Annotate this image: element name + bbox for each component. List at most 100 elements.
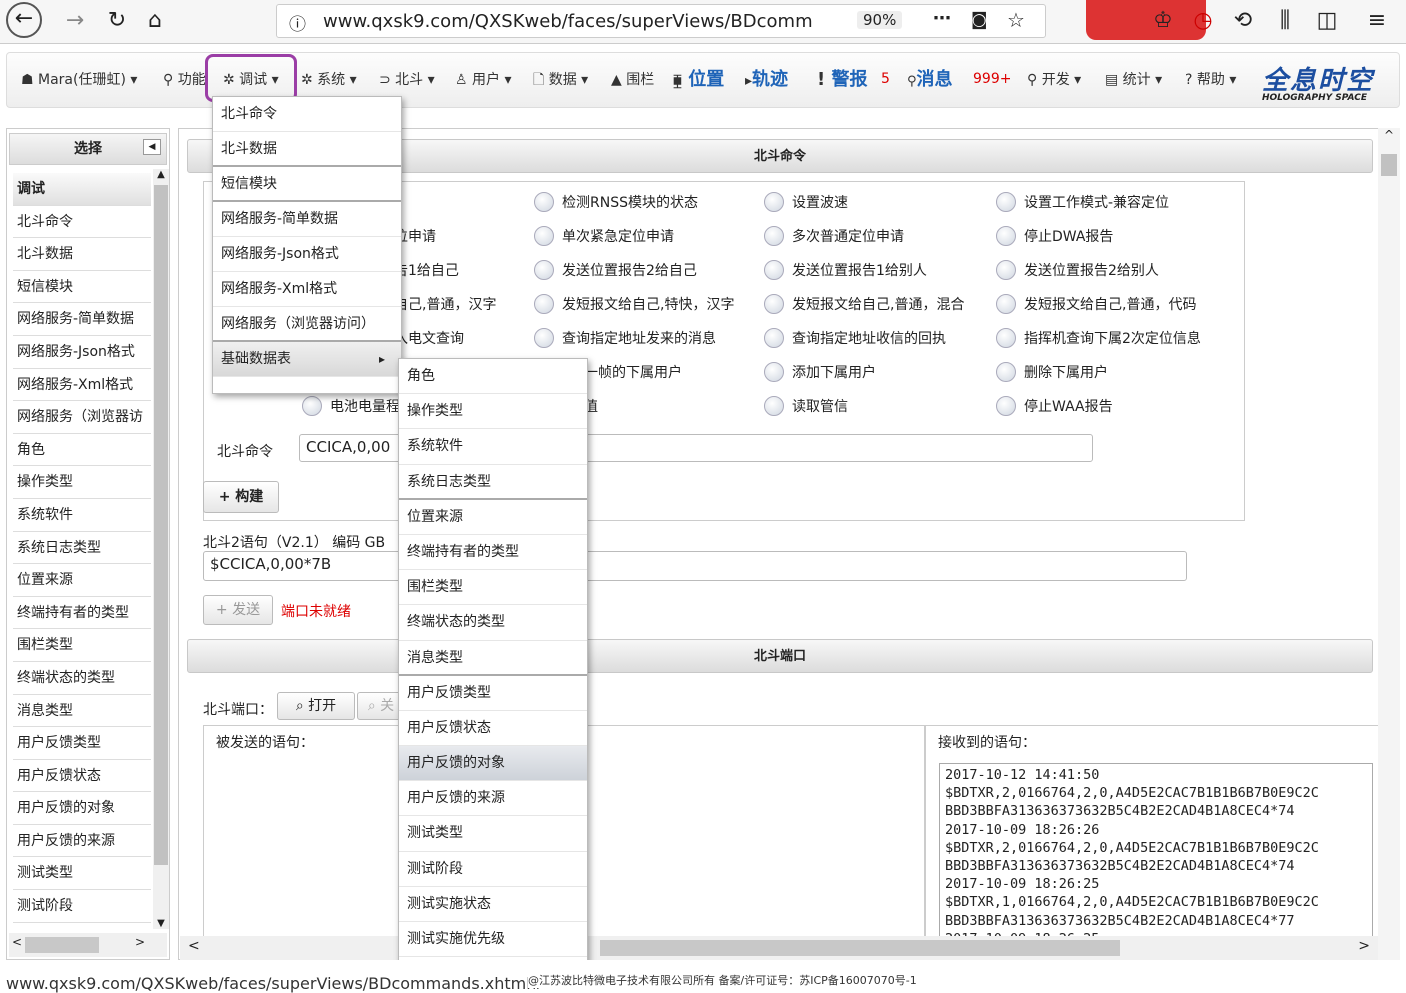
sidebar-item[interactable]: 终端持有者的类型 <box>13 597 151 630</box>
main-scroll-thumb[interactable] <box>1381 154 1397 176</box>
sidebar-item[interactable]: 北斗命令 <box>13 206 151 239</box>
debug-menu-item[interactable]: 网络服务-Xml格式 <box>213 272 401 307</box>
basic-data-menu-item[interactable]: 操作类型 <box>399 394 587 430</box>
sidebar-item[interactable]: 用户反馈的对象 <box>13 792 151 825</box>
sidebar-item[interactable]: 测试类型 <box>13 857 151 891</box>
menu-icon[interactable]: ≡ <box>1360 4 1394 38</box>
command-radio-option[interactable]: 停止DWA报告 <box>996 226 1113 246</box>
badge-icon[interactable]: ♔ <box>1146 4 1180 38</box>
fence-link[interactable]: ▲ 围栏 <box>611 69 654 89</box>
received-sentences-textarea[interactable]: 2017-10-12 14:41:50 $BDTXR,2,0166764,2,0… <box>939 763 1373 943</box>
command-radio-option[interactable]: 删除下属用户 <box>996 362 1108 382</box>
radio-button[interactable] <box>764 294 784 314</box>
sidebar-item[interactable]: 围栏类型 <box>13 629 151 662</box>
radio-button[interactable] <box>764 226 784 246</box>
command-radio-option[interactable]: 指挥机查询下属2次定位信息 <box>996 328 1201 348</box>
scroll-left-icon[interactable]: < <box>12 935 22 949</box>
radio-button[interactable] <box>764 362 784 382</box>
user-menu[interactable]: ☗ Mara(任珊虹) ▾ <box>21 69 137 89</box>
reload-icon[interactable]: ↻ <box>100 4 134 38</box>
radio-button[interactable] <box>534 294 554 314</box>
radio-button[interactable] <box>764 328 784 348</box>
sidebar-item[interactable]: 消息类型 <box>13 695 151 728</box>
sentence-input[interactable]: $CCICA,0,00*7B <box>203 551 1187 581</box>
sidebar-item[interactable]: 位置来源 <box>13 564 151 597</box>
command-radio-option[interactable]: 发短报文给自己,普通，混合 <box>764 294 964 314</box>
command-radio-option[interactable]: 发送位置报告2给别人 <box>996 260 1159 280</box>
sidebar-item[interactable]: 北斗数据 <box>13 238 151 271</box>
basic-data-menu-item[interactable]: 系统日志类型 <box>399 465 587 500</box>
history-icon[interactable]: ⟲ <box>1226 4 1260 38</box>
basic-data-menu-item[interactable]: 用户反馈的来源 <box>399 781 587 817</box>
command-radio-option[interactable]: 添加下属用户 <box>764 362 876 382</box>
debug-menu-item[interactable]: 北斗数据 <box>213 132 401 167</box>
library-icon[interactable]: ⫼ <box>1268 4 1302 38</box>
basic-data-menu-item[interactable]: 测试实施优先级 <box>399 922 587 958</box>
scroll-down-icon[interactable]: ▼ <box>153 918 169 929</box>
main-hscroll-thumb[interactable] <box>600 940 1120 956</box>
sidebar-hscroll-thumb[interactable] <box>25 937 99 953</box>
debug-menu-item[interactable]: 网络服务（浏览器访问） <box>213 307 401 342</box>
scroll-up-icon[interactable]: ▲ <box>153 169 169 183</box>
command-radio-option[interactable]: 单次紧急定位申请 <box>534 226 674 246</box>
command-radio-option[interactable]: 查询指定地址发来的消息 <box>534 328 716 348</box>
debug-menu-item[interactable]: 短信模块 <box>213 167 401 202</box>
debug-menu-item[interactable]: 网络服务-Json格式 <box>213 237 401 272</box>
sidebar-item[interactable]: 测试阶段 <box>13 890 151 923</box>
command-radio-option[interactable]: 发送位置报告1给别人 <box>764 260 927 280</box>
command-radio-option[interactable]: 设置波速 <box>764 192 848 212</box>
back-icon[interactable]: ← <box>6 2 42 38</box>
radio-button[interactable] <box>996 328 1016 348</box>
radio-button[interactable] <box>764 192 784 212</box>
star-icon[interactable]: ☆ <box>1007 8 1025 32</box>
basic-data-menu-item[interactable]: 系统软件 <box>399 429 587 465</box>
stats-menu[interactable]: ▤ 统计 ▾ <box>1105 69 1162 89</box>
sidebar-scrollbar[interactable]: ▲ ▼ <box>153 169 169 929</box>
track-link[interactable]: ▸轨迹 <box>745 65 788 91</box>
command-radio-option[interactable]: 设置工作模式-兼容定位 <box>996 192 1169 212</box>
main-hscrollbar[interactable]: < > <box>180 936 1378 960</box>
radio-button[interactable] <box>534 226 554 246</box>
basic-data-menu-item[interactable]: 测试类型 <box>399 816 587 852</box>
basic-data-menu-item[interactable]: 终端持有者的类型 <box>399 535 587 571</box>
timer-icon[interactable]: ◷ <box>1186 4 1220 38</box>
basic-data-menu-item[interactable]: 角色 <box>399 359 587 395</box>
debug-menu-item[interactable]: 北斗命令 <box>213 97 401 132</box>
basic-data-menu-item[interactable]: 终端状态的类型 <box>399 605 587 641</box>
users-menu[interactable]: ♙ 用户 ▾ <box>455 69 511 89</box>
forward-icon[interactable]: → <box>58 4 92 38</box>
basic-data-menu-item[interactable]: 测试阶段 <box>399 852 587 887</box>
home-icon[interactable]: ⌂ <box>138 4 172 38</box>
sidebar-item[interactable]: 网络服务-Xml格式 <box>13 369 151 402</box>
sidebar-item[interactable]: 用户反馈类型 <box>13 727 151 760</box>
sidebar-item[interactable]: 终端状态的类型 <box>13 662 151 695</box>
develop-menu[interactable]: ⚲ 开发 ▾ <box>1027 69 1081 89</box>
open-port-button[interactable]: ⌕ 打开 <box>277 692 355 720</box>
send-button[interactable]: + 发送 <box>203 595 273 625</box>
sidebar-item[interactable]: 操作类型 <box>13 466 151 499</box>
radio-button[interactable] <box>764 260 784 280</box>
basic-data-menu-item[interactable]: 用户反馈状态 <box>399 711 587 747</box>
radio-button[interactable] <box>764 396 784 416</box>
radio-button[interactable] <box>996 192 1016 212</box>
system-menu[interactable]: ✲ 系统 ▾ <box>301 69 357 89</box>
command-radio-option[interactable]: 停止WAA报告 <box>996 396 1113 416</box>
basic-data-menu-item[interactable]: 用户反馈的对象 <box>399 746 587 782</box>
command-radio-option[interactable]: 检测RNSS模块的状态 <box>534 192 698 212</box>
position-link[interactable]: ⧯ 位置 <box>673 65 724 91</box>
scroll-right-icon[interactable]: > <box>1358 938 1370 954</box>
radio-button[interactable] <box>534 192 554 212</box>
sidebar-item[interactable]: 短信模块 <box>13 271 151 304</box>
sidebar-item[interactable]: 用户反馈状态 <box>13 760 151 793</box>
sidebar-item[interactable]: 角色 <box>13 434 151 467</box>
scroll-right-icon[interactable]: > <box>135 935 145 949</box>
data-menu[interactable]: 🗋 数据 ▾ <box>533 69 588 93</box>
command-radio-option[interactable]: 发短报文给自己,普通，代码 <box>996 294 1196 314</box>
sidebar-hscrollbar[interactable]: < > <box>9 933 167 957</box>
scroll-left-icon[interactable]: < <box>188 938 200 954</box>
sidebar-item[interactable]: 系统软件 <box>13 499 151 532</box>
debug-menu-item[interactable]: 基础数据表 ▸ <box>213 342 401 377</box>
basic-data-menu-item[interactable]: 用户反馈类型 <box>399 676 587 711</box>
collapse-left-icon[interactable]: ◀ <box>143 139 161 155</box>
basic-data-menu-item[interactable]: 消息类型 <box>399 641 587 676</box>
